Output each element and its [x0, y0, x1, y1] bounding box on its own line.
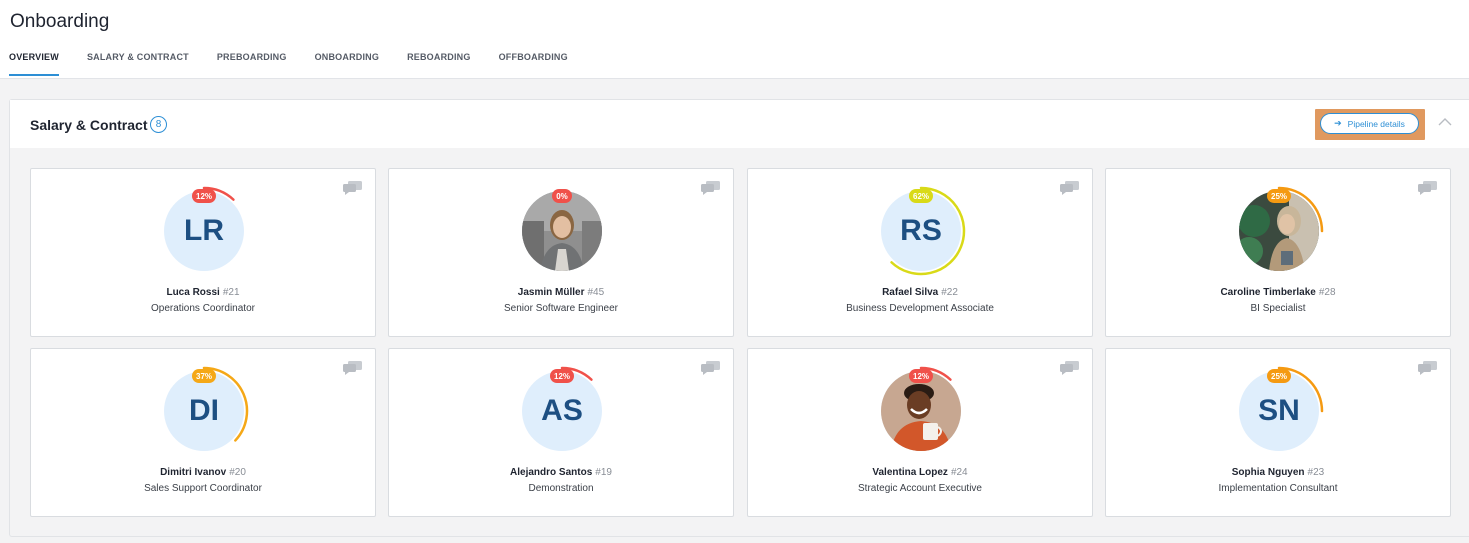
avatar-progress: LR 12% — [159, 186, 249, 276]
person-card[interactable]: 12% Valentina Lopez #24 Strategic Account E… — [747, 348, 1093, 517]
person-name[interactable]: Valentina Lopez — [872, 467, 948, 478]
chat-icon[interactable] — [343, 361, 363, 375]
person-card[interactable]: LR 12% Luca Rossi #21 Operations Coordinator — [30, 168, 376, 337]
person-role: Senior Software Engineer — [504, 303, 618, 314]
tab-reboarding[interactable]: REBOARDING — [407, 52, 471, 74]
avatar-photo — [1239, 191, 1319, 271]
person-card[interactable]: DI 37% Dimitri Ivanov #20 Sales Support Coor… — [30, 348, 376, 517]
person-name[interactable]: Rafael Silva — [882, 287, 938, 298]
person-number: #19 — [595, 467, 612, 478]
person-name-line: Jasmin Müller #45 — [389, 287, 733, 298]
progress-badge: 12% — [908, 369, 934, 383]
person-role: Business Development Associate — [846, 303, 994, 314]
person-name-line: Alejandro Santos #19 — [389, 467, 733, 478]
person-role: Demonstration — [528, 483, 594, 494]
chat-icon[interactable] — [701, 181, 721, 195]
avatar-progress: AS 12% — [517, 366, 607, 456]
person-role: Operations Coordinator — [151, 303, 255, 314]
profile-photo — [881, 371, 961, 451]
chat-icon[interactable] — [1060, 181, 1080, 195]
progress-badge: 12% — [549, 369, 575, 383]
avatar-initials: LR — [164, 191, 244, 271]
person-card[interactable]: SN 25% Sophia Nguyen #23 Implementation Cons… — [1105, 348, 1451, 517]
pipeline-details-label: Pipeline details — [1347, 118, 1405, 129]
avatar-photo — [881, 371, 961, 451]
person-name-line: Valentina Lopez #24 — [748, 467, 1092, 478]
chat-icon[interactable] — [1060, 361, 1080, 375]
chat-icon[interactable] — [1418, 361, 1438, 375]
person-number: #23 — [1307, 467, 1325, 478]
chevron-up-icon[interactable] — [1437, 114, 1453, 130]
progress-badge: 0% — [552, 189, 572, 203]
progress-badge: 25% — [1266, 189, 1292, 203]
avatar-initials: RS — [881, 191, 961, 271]
person-name-line: Sophia Nguyen #23 — [1106, 467, 1450, 478]
tab-salary-contract[interactable]: SALARY & CONTRACT — [87, 52, 189, 74]
tab-preboarding[interactable]: PREBOARDING — [217, 52, 287, 74]
person-card[interactable]: 0% Jasmin Müller #45 Senior Software Engine… — [388, 168, 734, 337]
chat-icon[interactable] — [1418, 181, 1438, 195]
person-name-line: Luca Rossi #21 — [31, 287, 375, 298]
person-name[interactable]: Sophia Nguyen — [1232, 467, 1305, 478]
person-name-line: Dimitri Ivanov #20 — [31, 467, 375, 478]
pipeline-details-button[interactable]: ➔ Pipeline details — [1320, 113, 1419, 134]
page-title: Onboarding — [10, 11, 110, 32]
count-badge: 8 — [150, 116, 167, 133]
person-number: #22 — [941, 287, 958, 298]
avatar-progress: 25% — [1234, 186, 1324, 276]
person-number: #24 — [950, 467, 968, 478]
avatar-initials: AS — [522, 371, 602, 451]
person-card[interactable]: RS 62% Rafael Silva #22 Business Development… — [747, 168, 1093, 337]
avatar-photo — [522, 191, 602, 271]
person-card[interactable]: AS 12% Alejandro Santos #19 Demonstration — [388, 348, 734, 517]
progress-badge: 62% — [908, 189, 934, 203]
arrow-right-icon: ➔ — [1334, 118, 1342, 128]
progress-badge: 37% — [191, 369, 217, 383]
person-card[interactable]: 25% Caroline Timberlake #28 BI Specialist — [1105, 168, 1451, 337]
avatar-progress: DI 37% — [159, 366, 249, 456]
profile-photo — [1239, 191, 1319, 271]
person-name-line: Caroline Timberlake #28 — [1106, 287, 1450, 298]
person-name[interactable]: Alejandro Santos — [510, 467, 592, 478]
person-name[interactable]: Luca Rossi — [166, 287, 219, 298]
panel-header: Salary & Contract 8 ➔ Pipeline details — [10, 100, 1469, 148]
person-name[interactable]: Dimitri Ivanov — [160, 467, 226, 478]
avatar-initials: SN — [1239, 371, 1319, 451]
progress-badge: 25% — [1266, 369, 1292, 383]
panel-title: Salary & Contract — [30, 117, 148, 133]
tab-overview[interactable]: OVERVIEW — [9, 52, 59, 76]
avatar-progress: RS 62% — [876, 186, 966, 276]
tab-onboarding[interactable]: ONBOARDING — [315, 52, 380, 74]
tab-bar: OVERVIEW SALARY & CONTRACT PREBOARDING O… — [9, 52, 596, 76]
chat-icon[interactable] — [701, 361, 721, 375]
person-name[interactable]: Caroline Timberlake — [1220, 287, 1315, 298]
person-role: Sales Support Coordinator — [144, 483, 262, 494]
avatar-progress: 12% — [876, 366, 966, 456]
salary-contract-panel: Salary & Contract 8 ➔ Pipeline details L… — [9, 99, 1469, 537]
avatar-progress: SN 25% — [1234, 366, 1324, 456]
person-number: #28 — [1318, 287, 1336, 298]
person-name-line: Rafael Silva #22 — [748, 287, 1092, 298]
avatar-initials: DI — [164, 371, 244, 451]
person-role: Implementation Consultant — [1218, 483, 1338, 494]
avatar-progress: 0% — [517, 186, 607, 276]
person-number: #21 — [222, 287, 240, 298]
person-name[interactable]: Jasmin Müller — [518, 287, 585, 298]
person-number: #45 — [587, 287, 605, 298]
tab-offboarding[interactable]: OFFBOARDING — [499, 52, 568, 74]
person-number: #20 — [229, 467, 246, 478]
chat-icon[interactable] — [343, 181, 363, 195]
person-role: Strategic Account Executive — [858, 483, 982, 494]
progress-badge: 12% — [191, 189, 217, 203]
profile-photo — [522, 191, 602, 271]
person-role: BI Specialist — [1250, 303, 1306, 314]
